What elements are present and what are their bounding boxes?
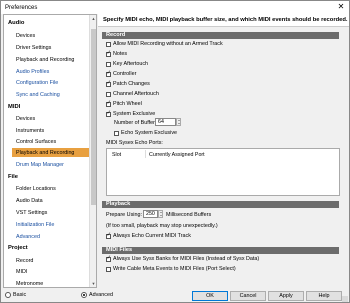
help-button[interactable]: Help xyxy=(306,291,342,301)
nav-item-record[interactable]: Record xyxy=(16,258,33,264)
checkbox-box[interactable] xyxy=(106,232,111,239)
sysex-echo-ports-table[interactable]: Slot Currently Assigned Port xyxy=(106,148,340,196)
checkbox-label: Always Echo Current MIDI Track xyxy=(113,233,191,239)
title-bar: Preferences ✕ xyxy=(1,1,349,14)
checkbox-box[interactable] xyxy=(106,91,111,97)
panel-header: Specify MIDI echo, MIDI playback buffer … xyxy=(98,14,349,27)
column-header-port[interactable]: Currently Assigned Port xyxy=(149,152,205,158)
echo-system-exclusive-checkbox[interactable]: Echo System Exclusive xyxy=(114,130,177,136)
basic-mode-radio[interactable]: Basic xyxy=(5,292,26,298)
checkbox-label: Channel Aftertouch xyxy=(113,91,159,97)
nav-item-audio-devices[interactable]: Devices xyxy=(16,33,35,39)
checkbox-label: Controller xyxy=(113,71,137,77)
checkbox-label: Pitch Wheel xyxy=(113,101,142,107)
nav-category-project[interactable]: Project xyxy=(8,245,28,251)
checkbox-box[interactable] xyxy=(106,80,111,87)
checkbox-label: Always Use Sysx Banks for MIDI Files (In… xyxy=(113,256,260,262)
nav-category-midi[interactable]: MIDI xyxy=(8,104,20,110)
nav-item-control-surfaces[interactable]: Control Surfaces xyxy=(16,139,56,145)
checkbox-label: Echo System Exclusive xyxy=(121,130,178,136)
radio-label: Basic xyxy=(13,292,27,298)
resize-grip-icon[interactable] xyxy=(342,296,348,302)
channel-aftertouch-checkbox[interactable]: Channel Aftertouch xyxy=(106,91,159,97)
cable-meta-events-checkbox[interactable]: Write Cable Meta Events to MIDI Files (P… xyxy=(106,266,236,272)
nav-item-vst-settings[interactable]: VST Settings xyxy=(16,210,47,216)
checkbox-box[interactable] xyxy=(106,266,111,272)
nav-item-project-midi[interactable]: MIDI xyxy=(16,269,27,275)
checkbox-box[interactable] xyxy=(106,110,111,117)
buffers-spin-icon[interactable] xyxy=(176,118,181,126)
checkbox-label: Patch Changes xyxy=(113,81,150,87)
prepare-spin-icon[interactable] xyxy=(158,210,163,218)
settings-panel: Specify MIDI echo, MIDI playback buffer … xyxy=(98,14,349,288)
radio-dot[interactable] xyxy=(81,292,87,298)
checkbox-label: Write Cable Meta Events to MIDI Files (P… xyxy=(113,266,236,272)
checkbox-label: System Exclusive xyxy=(113,111,156,117)
pitch-wheel-checkbox[interactable]: Pitch Wheel xyxy=(106,100,142,107)
nav-item-configuration-file[interactable]: Configuration File xyxy=(16,80,58,86)
nav-item-sync-caching[interactable]: Sync and Caching xyxy=(16,92,60,98)
panel-description: Specify MIDI echo, MIDI playback buffer … xyxy=(103,17,348,23)
echo-current-track-checkbox[interactable]: Always Echo Current MIDI Track xyxy=(106,232,191,239)
sysex-echo-ports-label: MIDI Sysex Echo Ports: xyxy=(106,140,163,146)
nav-item-audio-profiles[interactable]: Audio Profiles xyxy=(16,69,49,75)
checkbox-box[interactable] xyxy=(106,61,111,67)
allow-recording-unarmed-checkbox[interactable]: Allow MIDI Recording without an Armed Tr… xyxy=(106,41,223,47)
radio-dot[interactable] xyxy=(5,292,11,298)
window-title: Preferences xyxy=(5,4,38,11)
prepare-using-label: Prepare Using: xyxy=(106,212,142,218)
nav-item-advanced[interactable]: Advanced xyxy=(16,234,40,240)
section-playback-header: Playback xyxy=(102,201,339,208)
preferences-window: Preferences ✕ Audio Devices Driver Setti… xyxy=(0,0,350,303)
number-of-buffers-label: Number of Buffers: xyxy=(114,120,160,126)
nav-item-midi-playback-recording[interactable]: Playback and Recording xyxy=(16,150,74,156)
column-header-slot[interactable]: Slot xyxy=(112,152,121,158)
nav-item-instruments[interactable]: Instruments xyxy=(16,128,44,134)
nav-scrollbar[interactable]: ▲ ▼ xyxy=(89,15,96,287)
playback-hint: (If too small, playback may stop unexpec… xyxy=(106,223,218,229)
system-exclusive-checkbox[interactable]: System Exclusive xyxy=(106,110,156,117)
nav-category-file[interactable]: File xyxy=(8,174,18,180)
checkbox-box[interactable] xyxy=(106,50,111,57)
nav-item-drum-map-manager[interactable]: Drum Map Manager xyxy=(16,162,64,168)
checkbox-label: Notes xyxy=(113,51,128,57)
sysx-banks-checkbox[interactable]: Always Use Sysx Banks for MIDI Files (In… xyxy=(106,255,260,262)
scroll-up-arrow-icon[interactable]: ▲ xyxy=(90,15,96,22)
nav-item-audio-playback-recording[interactable]: Playback and Recording xyxy=(16,57,74,63)
scroll-down-arrow-icon[interactable]: ▼ xyxy=(90,280,96,287)
section-midi-files-header: MIDI Files xyxy=(102,247,339,254)
nav-item-metronome[interactable]: Metronome xyxy=(16,281,43,287)
scroll-thumb[interactable] xyxy=(91,29,96,205)
nav-item-audio-data[interactable]: Audio Data xyxy=(16,198,43,204)
prepare-using-input[interactable]: 250 xyxy=(143,210,158,218)
nav-item-midi-devices[interactable]: Devices xyxy=(16,116,35,122)
number-of-buffers-input[interactable]: 64 xyxy=(155,118,176,126)
radio-label: Advanced xyxy=(89,292,113,298)
checkbox-box[interactable] xyxy=(106,41,111,47)
checkbox-box[interactable] xyxy=(106,255,111,262)
nav-category-audio[interactable]: Audio xyxy=(8,20,24,26)
section-record-header: Record xyxy=(102,32,339,39)
nav-item-initialization-file[interactable]: Initialization File xyxy=(16,222,54,228)
checkbox-box[interactable] xyxy=(106,70,111,77)
preferences-nav: Audio Devices Driver Settings Playback a… xyxy=(3,14,97,288)
checkbox-box[interactable] xyxy=(106,100,111,107)
notes-checkbox[interactable]: Notes xyxy=(106,50,128,57)
patch-changes-checkbox[interactable]: Patch Changes xyxy=(106,80,150,87)
controller-checkbox[interactable]: Controller xyxy=(106,70,137,77)
close-icon[interactable]: ✕ xyxy=(336,2,346,12)
checkbox-label: Allow MIDI Recording without an Armed Tr… xyxy=(113,41,223,47)
advanced-mode-radio[interactable]: Advanced xyxy=(81,292,113,298)
nav-item-folder-locations[interactable]: Folder Locations xyxy=(16,186,56,192)
apply-button[interactable]: Apply xyxy=(268,291,304,301)
checkbox-box[interactable] xyxy=(114,130,119,136)
dialog-footer: Basic Advanced OK Cancel Apply Help xyxy=(1,289,349,303)
checkbox-label: Key Aftertouch xyxy=(113,61,149,67)
column-divider xyxy=(145,150,146,158)
ok-button[interactable]: OK xyxy=(192,291,228,301)
cancel-button[interactable]: Cancel xyxy=(230,291,266,301)
key-aftertouch-checkbox[interactable]: Key Aftertouch xyxy=(106,61,148,67)
buffer-unit-label: Millisecond Buffers xyxy=(166,212,212,218)
nav-item-driver-settings[interactable]: Driver Settings xyxy=(16,45,51,51)
